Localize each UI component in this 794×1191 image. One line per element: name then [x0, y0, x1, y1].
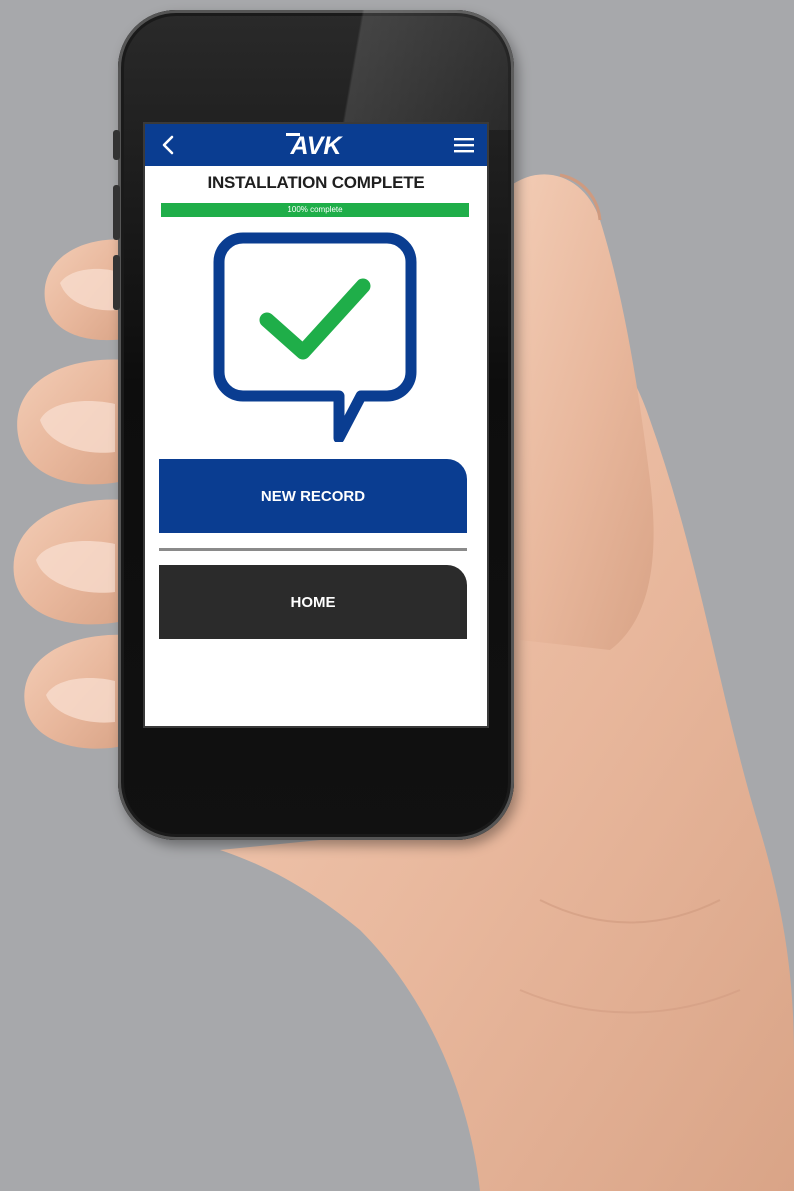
chevron-left-icon[interactable]	[159, 133, 177, 157]
progress-bar: 100% complete	[161, 203, 469, 217]
new-record-button[interactable]: NEW RECORD	[159, 459, 467, 533]
progress-label: 100% complete	[287, 205, 343, 214]
hamburger-menu-icon[interactable]	[454, 137, 474, 153]
volume-up-button	[113, 185, 120, 240]
avk-logo: AVK	[286, 132, 344, 159]
volume-down-button	[113, 255, 120, 310]
svg-text:AVK: AVK	[290, 132, 344, 159]
page-title: INSTALLATION COMPLETE	[207, 173, 425, 192]
divider	[159, 548, 467, 551]
speech-bubble-check-icon	[213, 232, 417, 442]
app-header: AVK	[145, 124, 487, 166]
home-button[interactable]: HOME	[159, 565, 467, 639]
app-screen: AVK INSTALLATION COMPLETE 100% complete …	[145, 124, 487, 726]
phone-glare	[288, 10, 514, 130]
mute-switch	[113, 130, 120, 160]
